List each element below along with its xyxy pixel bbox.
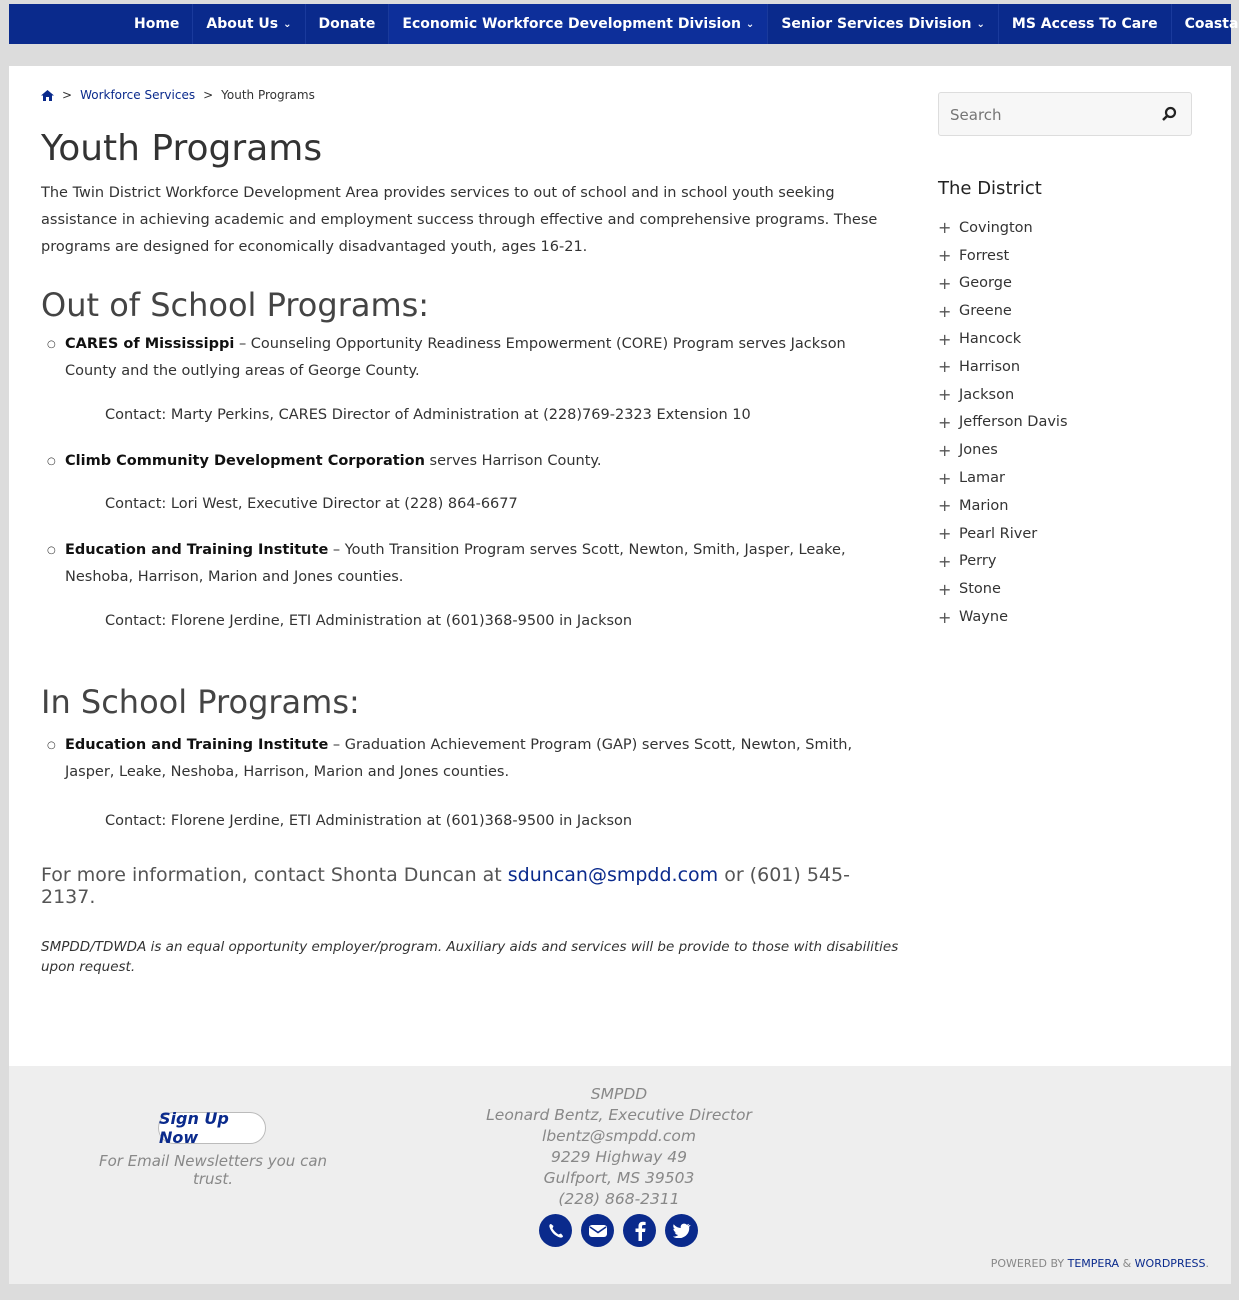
sidebar-item-jackson[interactable]: + Jackson	[938, 381, 1068, 409]
sidebar-item-perry[interactable]: + Perry	[938, 548, 1068, 576]
list-item: ○ Climb Community Development Corporatio…	[41, 448, 901, 475]
top-navigation-bar: Home About Us ⌄ Donate Economic Workforce…	[9, 4, 1239, 44]
sidebar-item-jefferson-davis[interactable]: + Jefferson Davis	[938, 409, 1068, 437]
main-content-panel: > Workforce Services > Youth Programs Yo…	[9, 66, 1231, 1066]
plus-icon: +	[938, 357, 952, 377]
district-list: + Covington + Forrest + George + Greene + Han…	[938, 214, 1068, 631]
footer-director: Leonard Bentz, Executive Director	[486, 1106, 752, 1124]
plus-icon: +	[938, 329, 952, 349]
sidebar-item-marion[interactable]: + Marion	[938, 492, 1068, 520]
footer-org: SMPDD	[590, 1085, 648, 1103]
sidebar-item-greene[interactable]: + Greene	[938, 297, 1068, 325]
plus-icon: +	[938, 496, 952, 516]
nav-senior-services[interactable]: Senior Services Division ⌄	[768, 4, 999, 44]
bullet-icon: ○	[47, 456, 56, 467]
intro-paragraph: The Twin District Workforce Development …	[41, 185, 878, 255]
eeo-notice: SMPDD/TDWDA is an equal opportunity empl…	[41, 939, 899, 975]
nav-donate[interactable]: Donate	[305, 4, 390, 44]
more-info-line: For more information, contact Shonta Dun…	[41, 864, 850, 908]
sidebar-item-covington[interactable]: + Covington	[938, 214, 1068, 242]
powered-by: POWERED BY TEMPERA & WORDPRESS.	[990, 1257, 1209, 1270]
sidebar-item-forrest[interactable]: + Forrest	[938, 242, 1068, 270]
social-icons	[539, 1214, 698, 1247]
sidebar-item-lamar[interactable]: + Lamar	[938, 464, 1068, 492]
tempera-link[interactable]: TEMPERA	[1068, 1257, 1119, 1270]
site-footer: Sign Up Now For Email Newsletters you ca…	[9, 1066, 1231, 1284]
bullet-icon: ○	[47, 740, 56, 751]
district-title: The District	[938, 178, 1042, 199]
list-item: ○ CARES of Mississippi – Counseling Oppo…	[41, 331, 901, 385]
search-icon[interactable]	[1161, 106, 1177, 122]
plus-icon: +	[938, 607, 952, 627]
facebook-icon[interactable]	[623, 1214, 656, 1247]
plus-icon: +	[938, 246, 952, 266]
sidebar-item-harrison[interactable]: + Harrison	[938, 353, 1068, 381]
footer-email[interactable]: lbentz@smpdd.com	[469, 1126, 769, 1147]
nav-coastal-map[interactable]: Coastal Map	[1172, 4, 1239, 44]
footer-street: 9229 Highway 49	[551, 1148, 687, 1166]
plus-icon: +	[938, 440, 952, 460]
footer-phone: (228) 868-2311	[558, 1190, 680, 1208]
list-item: ○ Education and Training Institute – Gra…	[41, 732, 901, 786]
list-item: ○ Education and Training Institute – You…	[41, 537, 901, 591]
nav-economic-workforce[interactable]: Economic Workforce Development Division ⌄	[389, 4, 769, 44]
footer-city: Gulfport, MS 39503	[543, 1169, 695, 1187]
in-school-heading: In School Programs:	[41, 683, 360, 721]
bullet-icon: ○	[47, 339, 56, 350]
breadcrumb-current: Youth Programs	[221, 88, 315, 102]
plus-icon: +	[938, 301, 952, 321]
sidebar-item-wayne[interactable]: + Wayne	[938, 603, 1068, 631]
nav-home[interactable]: Home	[121, 4, 194, 44]
plus-icon: +	[938, 385, 952, 405]
plus-icon: +	[938, 551, 952, 571]
home-icon[interactable]	[41, 89, 54, 101]
sidebar-item-george[interactable]: + George	[938, 270, 1068, 298]
twitter-icon[interactable]	[665, 1214, 698, 1247]
sidebar-item-stone[interactable]: + Stone	[938, 575, 1068, 603]
footer-address: SMPDD Leonard Bentz, Executive Director …	[469, 1084, 769, 1210]
search-box	[938, 92, 1192, 136]
program-contact: Contact: Marty Perkins, CARES Director o…	[105, 407, 751, 423]
nav-about-us[interactable]: About Us ⌄	[193, 4, 306, 44]
search-input[interactable]	[940, 94, 1152, 136]
breadcrumb-separator: >	[203, 88, 214, 102]
sidebar-item-pearl-river[interactable]: + Pearl River	[938, 520, 1068, 548]
plus-icon: +	[938, 579, 952, 599]
main-nav: Home About Us ⌄ Donate Economic Workforce…	[121, 4, 1239, 44]
page-title: Youth Programs	[41, 128, 323, 169]
sidebar-item-jones[interactable]: + Jones	[938, 436, 1068, 464]
mail-icon[interactable]	[581, 1214, 614, 1247]
plus-icon: +	[938, 412, 952, 432]
plus-icon: +	[938, 524, 952, 544]
breadcrumb-parent-link[interactable]: Workforce Services	[80, 88, 195, 102]
chevron-down-icon: ⌄	[745, 18, 755, 30]
program-contact: Contact: Florene Jerdine, ETI Administra…	[105, 613, 633, 629]
sidebar-item-hancock[interactable]: + Hancock	[938, 325, 1068, 353]
phone-icon[interactable]	[539, 1214, 572, 1247]
newsletter-note: For Email Newsletters you can trust.	[98, 1152, 328, 1188]
program-contact: Contact: Lori West, Executive Director a…	[105, 496, 518, 512]
out-of-school-heading: Out of School Programs:	[41, 286, 430, 324]
breadcrumb: > Workforce Services > Youth Programs	[41, 88, 315, 102]
contact-email-link[interactable]: sduncan@smpdd.com	[508, 864, 718, 886]
breadcrumb-separator: >	[62, 88, 73, 102]
bullet-icon: ○	[47, 545, 56, 556]
plus-icon: +	[938, 273, 952, 293]
program-contact: Contact: Florene Jerdine, ETI Administra…	[105, 813, 633, 829]
wordpress-link[interactable]: WORDPRESS	[1135, 1257, 1206, 1270]
chevron-down-icon: ⌄	[283, 18, 292, 30]
newsletter-signup-button[interactable]: Sign Up Now	[158, 1109, 266, 1147]
nav-ms-access[interactable]: MS Access To Care	[999, 4, 1172, 44]
plus-icon: +	[938, 468, 952, 488]
plus-icon: +	[938, 218, 952, 238]
chevron-down-icon: ⌄	[976, 18, 985, 30]
